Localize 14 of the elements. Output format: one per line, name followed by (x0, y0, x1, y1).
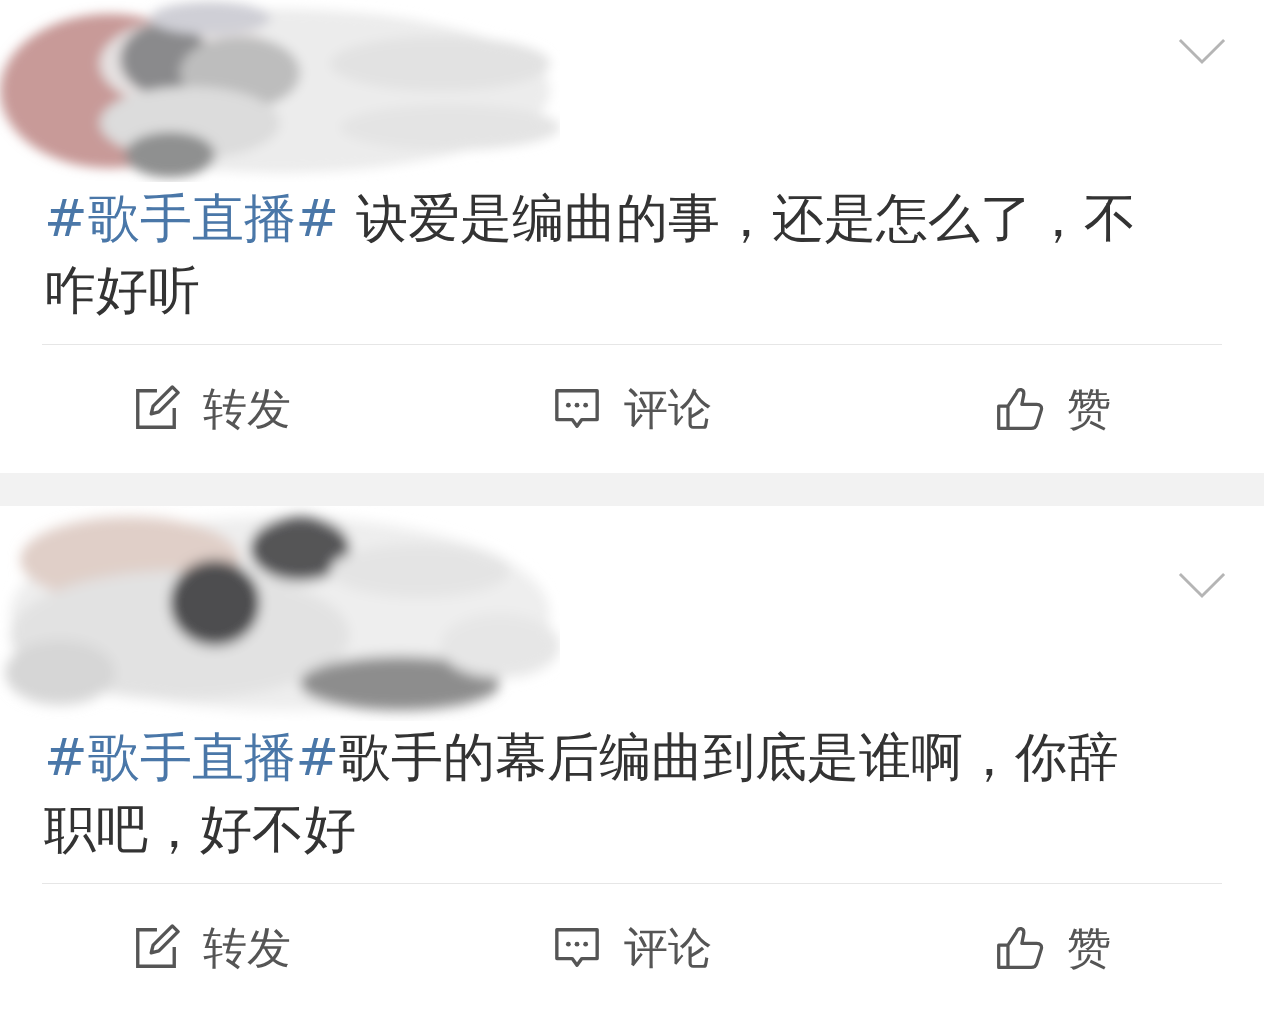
chevron-down-icon[interactable] (1178, 38, 1226, 65)
like-button[interactable]: 赞 (842, 918, 1264, 978)
hashtag-link[interactable]: #歌手直播# (44, 727, 340, 787)
like-button[interactable]: 赞 (842, 379, 1264, 439)
post-text: #歌手直播# 诀爱是编曲的事，还是怎么了，不咋好听 (42, 182, 1222, 345)
post-text: #歌手直播#歌手的幕后编曲到底是谁啊，你辞职吧，好不好 (42, 721, 1222, 884)
hashtag-link[interactable]: #歌手直播# (44, 188, 340, 248)
chevron-down-icon[interactable] (1178, 572, 1226, 599)
repost-button[interactable]: 转发 (0, 379, 422, 439)
comment-button[interactable]: 评论 (421, 379, 843, 439)
repost-button[interactable]: 转发 (0, 918, 422, 978)
thumbs-up-icon (995, 385, 1046, 433)
thumbs-up-icon (995, 924, 1046, 972)
comment-button[interactable]: 评论 (421, 918, 843, 978)
